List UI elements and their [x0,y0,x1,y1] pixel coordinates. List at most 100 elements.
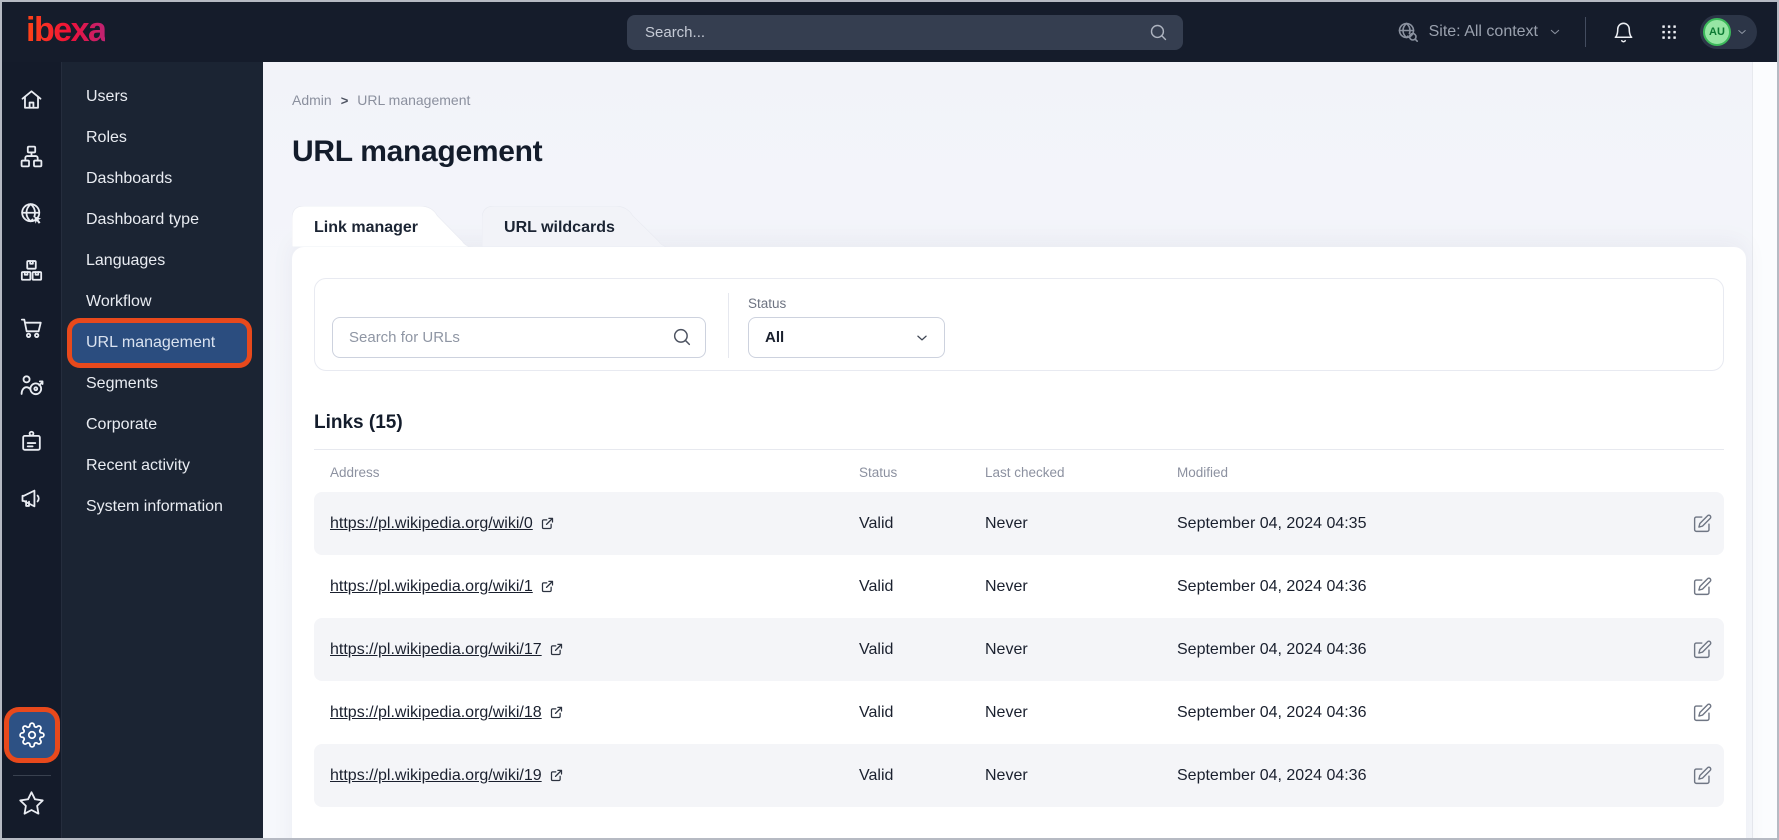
chevron-down-icon [1547,24,1563,40]
topbar: ibexa Site: All context AU [2,2,1777,62]
status-select[interactable]: All [748,317,945,358]
edit-icon [1692,576,1713,597]
chevron-down-icon [913,329,931,347]
app-grid-icon [1659,22,1679,42]
edit-icon [1692,702,1713,723]
site-icon[interactable] [17,198,47,228]
breadcrumb: Admin > URL management [292,92,1744,108]
tab-label: URL wildcards [504,218,615,236]
status-cell: Valid [859,703,894,721]
search-icon[interactable] [1148,22,1169,43]
edit-button[interactable] [1686,571,1718,603]
topbar-divider [1585,17,1586,47]
tab-link-manager[interactable]: Link manager [292,206,476,247]
column-header-address: Address [330,465,380,480]
table-header: Address Status Last checked Modified [314,450,1724,492]
sidebar-item-workflow[interactable]: Workflow [72,282,247,322]
modified-cell: September 04, 2024 04:36 [1177,703,1367,721]
favorites-button[interactable] [17,788,47,818]
sidebar-item-languages[interactable]: Languages [72,241,247,281]
sidebar-item-roles[interactable]: Roles [72,118,247,158]
table-row: https://pl.wikipedia.org/wiki/0 Valid Ne… [314,492,1724,555]
personalization-icon[interactable] [17,369,47,399]
products-icon[interactable] [17,255,47,285]
url-link[interactable]: https://pl.wikipedia.org/wiki/18 [330,704,542,722]
sidebar-item-dashboards[interactable]: Dashboards [72,159,247,199]
rail-divider [12,775,51,776]
site-context-label: Site: All context [1428,23,1538,40]
content-tree-icon[interactable] [17,141,47,171]
last-checked-cell: Never [985,703,1028,721]
scrollbar[interactable] [1752,62,1777,838]
site-context-selector[interactable]: Site: All context [1396,20,1563,44]
marketing-icon[interactable] [17,483,47,513]
edit-button[interactable] [1686,508,1718,540]
sidebar-item-segments[interactable]: Segments [72,364,247,404]
global-search-input[interactable] [645,24,1148,41]
modified-cell: September 04, 2024 04:36 [1177,766,1367,784]
links-table: Address Status Last checked Modified htt… [314,449,1724,807]
status-filter: Status All [748,296,945,358]
status-cell: Valid [859,766,894,784]
sidebar-item-dashboard-type[interactable]: Dashboard type [72,200,247,240]
icon-rail-bottom [8,712,55,824]
icon-rail [2,62,62,838]
table-row: https://pl.wikipedia.org/wiki/19 Valid N… [314,744,1724,807]
global-search[interactable] [627,15,1183,50]
topbar-right-controls: Site: All context AU [1396,15,1757,49]
url-link[interactable]: https://pl.wikipedia.org/wiki/1 [330,578,533,596]
ibexa-admin-window: ibexa Site: All context AU [0,0,1779,840]
url-link[interactable]: https://pl.wikipedia.org/wiki/17 [330,641,542,659]
avatar[interactable]: AU [1703,18,1731,46]
app-switcher-button[interactable] [1654,17,1684,47]
last-checked-cell: Never [985,640,1028,658]
status-cell: Valid [859,577,894,595]
external-link-icon [549,705,564,720]
page-title: URL management [292,135,543,168]
chevron-down-icon [1735,25,1749,39]
commerce-icon[interactable] [17,312,47,342]
table-row: https://pl.wikipedia.org/wiki/17 Valid N… [314,618,1724,681]
sidebar-item-url-management[interactable]: URL management [72,323,247,363]
star-icon [18,790,45,817]
user-menu[interactable]: AU [1700,15,1757,49]
breadcrumb-separator: > [340,92,349,108]
url-link[interactable]: https://pl.wikipedia.org/wiki/0 [330,515,533,533]
icon-rail-top [17,84,47,540]
column-header-status: Status [859,465,898,480]
sidebar-item-users[interactable]: Users [72,77,247,117]
status-cell: Valid [859,514,894,532]
edit-button[interactable] [1686,760,1718,792]
tab-url-wildcards[interactable]: URL wildcards [482,206,673,247]
corporate-icon[interactable] [17,426,47,456]
tabs: Link manager URL wildcards [292,206,1744,247]
search-icon[interactable] [671,326,693,348]
edit-button[interactable] [1686,697,1718,729]
bell-icon [1612,21,1635,44]
url-link[interactable]: https://pl.wikipedia.org/wiki/19 [330,767,542,785]
sidebar-item-recent-activity[interactable]: Recent activity [72,446,247,486]
ibexa-logo[interactable]: ibexa [26,13,107,51]
tab-label: Link manager [314,218,419,236]
last-checked-cell: Never [985,766,1028,784]
breadcrumb-item[interactable]: URL management [357,92,470,108]
modified-cell: September 04, 2024 04:36 [1177,640,1367,658]
column-header-last-checked: Last checked [985,465,1065,480]
edit-icon [1692,639,1713,660]
modified-cell: September 04, 2024 04:36 [1177,577,1367,595]
notifications-button[interactable] [1608,17,1638,47]
link-manager-panel: Status All Links (15) Address Status Las… [292,247,1746,838]
sidebar-item-system-information[interactable]: System information [72,487,247,527]
home-icon[interactable] [17,84,47,114]
settings-button[interactable] [8,712,55,758]
sidebar-item-corporate[interactable]: Corporate [72,405,247,445]
edit-icon [1692,513,1713,534]
column-header-modified: Modified [1177,465,1229,480]
url-search-input[interactable] [332,317,706,358]
url-search [332,317,706,358]
edit-button[interactable] [1686,634,1718,666]
table-row: https://pl.wikipedia.org/wiki/1 Valid Ne… [314,555,1724,618]
external-link-icon [540,579,555,594]
breadcrumb-item[interactable]: Admin [292,92,332,108]
table-row: https://pl.wikipedia.org/wiki/18 Valid N… [314,681,1724,744]
